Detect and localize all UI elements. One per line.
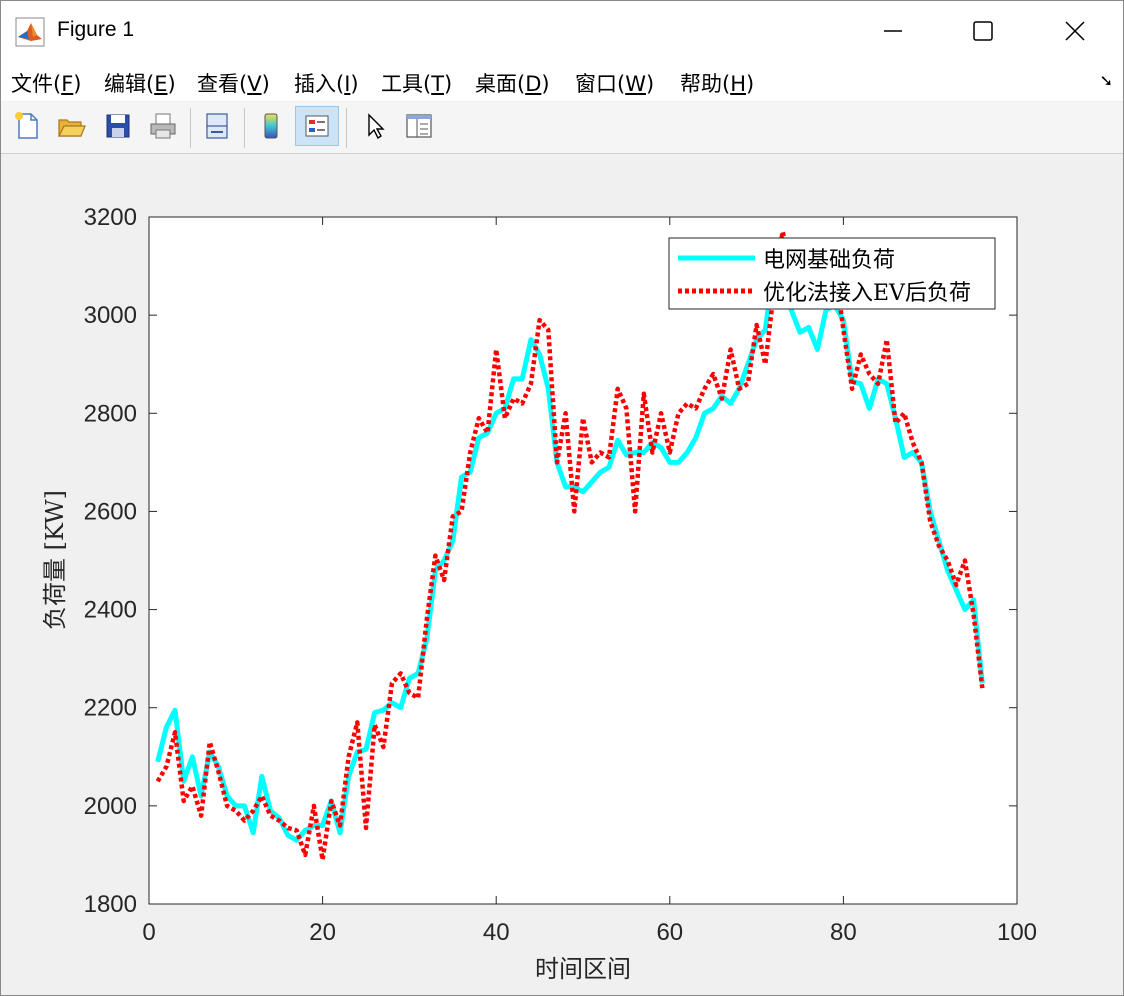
y-tick-label: 2400 [84,597,137,624]
window-title: Figure 1 [57,18,135,41]
menu-view[interactable]: 查看(V) [197,68,270,98]
y-tick-label: 2200 [84,695,137,722]
close-icon [1065,21,1085,41]
matlab-logo-icon [15,17,45,47]
y-tick-labels: 1800 2000 2200 2400 2600 2800 3000 3200 [84,204,137,918]
toolbar [1,102,1123,154]
save-icon [106,114,130,138]
edit-plot-icon [368,113,385,140]
x-tick-label: 100 [997,919,1037,946]
menu-window[interactable]: 窗口(W) [575,68,654,98]
legend-button[interactable] [295,106,339,146]
x-tick-label: 20 [309,919,336,946]
axes-background [149,217,1017,904]
print-icon [150,113,176,139]
colorbar-button[interactable] [251,106,291,146]
minimize-button[interactable] [847,1,939,61]
menu-help[interactable]: 帮助(H) [680,68,754,98]
x-tick-labels: 0 20 40 60 80 100 [142,919,1037,946]
menu-tools[interactable]: 工具(T) [381,68,452,98]
x-tick-label: 60 [656,919,683,946]
x-tick-label: 40 [483,919,510,946]
menu-edit[interactable]: 编辑(E) [104,68,176,98]
minimize-icon [884,30,902,32]
y-tick-label: 3200 [84,204,137,231]
legend-label-ev-load: 优化法接入EV后负荷 [763,281,971,306]
x-tick-label: 80 [830,919,857,946]
colorbar-icon [264,113,278,139]
y-tick-label: 2600 [84,498,137,525]
menu-bar: 文件(F) 编辑(E) 查看(V) 插入(I) 工具(T) 桌面(D) 窗口(W… [1,61,1123,101]
maximize-button[interactable] [937,1,1029,61]
close-button[interactable] [1029,1,1121,61]
link-plot-icon [206,113,228,139]
x-tick-label: 0 [142,919,155,946]
y-tick-label: 2000 [84,793,137,820]
menu-file[interactable]: 文件(F) [11,68,82,98]
legend-label-base-load: 电网基础负荷 [763,248,895,273]
property-inspector-icon [406,114,432,138]
y-tick-label: 1800 [84,891,137,918]
toolbar-separator [190,108,191,148]
print-button[interactable] [143,106,183,146]
y-tick-label: 2800 [84,400,137,427]
open-file-icon [58,119,86,137]
open-file-button[interactable] [51,106,91,146]
figure-canvas[interactable]: 0 20 40 60 80 100 1800 2000 2200 2400 2600 2800 300… [1,154,1123,995]
edit-plot-button[interactable] [354,106,394,146]
title-bar[interactable]: Figure 1 [1,1,1123,61]
dock-arrow-icon[interactable]: ➘ [1100,71,1113,90]
x-axis-label: 时间区间 [535,955,631,983]
plot-svg: 0 20 40 60 80 100 1800 2000 2200 2400 2600 2800 300… [41,204,1037,983]
toolbar-separator [244,108,245,148]
menu-desktop[interactable]: 桌面(D) [475,68,550,98]
legend-icon [305,115,329,137]
legend[interactable]: 电网基础负荷 优化法接入EV后负荷 [668,237,996,310]
property-inspector-button[interactable] [398,106,438,146]
y-axis-label: 负荷量 [KW] [41,490,69,630]
new-figure-icon [15,112,38,139]
new-figure-button[interactable] [7,106,47,146]
link-plot-button[interactable] [197,106,237,146]
menu-insert[interactable]: 插入(I) [294,68,359,98]
save-button[interactable] [98,106,138,146]
figure-window: Figure 1 文件(F) 编辑(E) 查看(V) 插入(I) 工具(T) 桌… [0,0,1124,996]
y-tick-label: 3000 [84,302,137,329]
maximize-icon [973,21,993,41]
toolbar-separator [346,108,347,148]
